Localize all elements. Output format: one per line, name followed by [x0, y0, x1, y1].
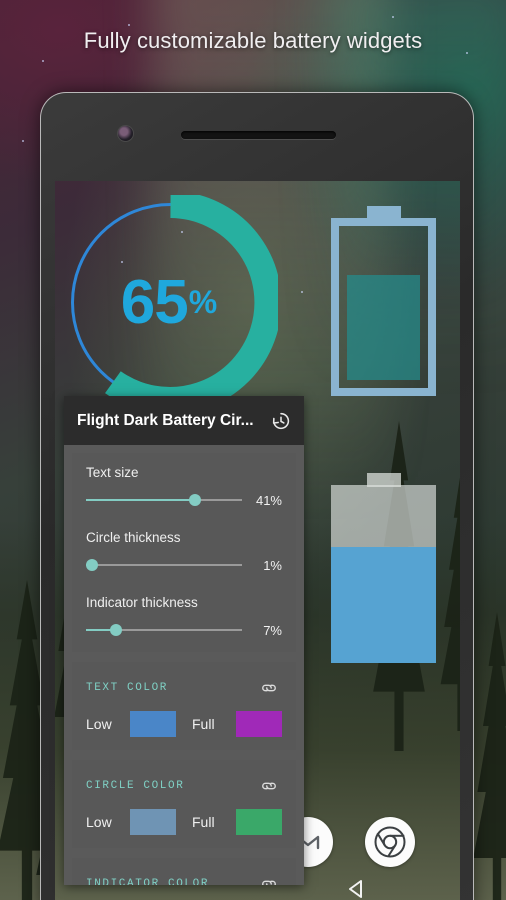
star — [128, 24, 130, 26]
circle-color-low-swatch[interactable] — [130, 809, 176, 835]
battery-body — [331, 485, 436, 663]
circle-percent-symbol: % — [188, 284, 217, 320]
section-title: INDICATOR COLOR — [86, 878, 210, 885]
circle-percent-value: 65 — [120, 268, 189, 337]
slider-thumb[interactable] — [109, 624, 122, 636]
back-triangle-icon — [349, 880, 362, 898]
link-icon — [262, 684, 276, 692]
full-label: Full — [192, 716, 215, 732]
front-camera-icon — [118, 126, 133, 141]
panel-title-bar: Flight Dark Battery Cir... — [64, 396, 304, 445]
setting-label: Indicator thickness — [86, 595, 198, 610]
section-circle-color: CIRCLE COLOR Low Full — [72, 760, 296, 848]
restore-defaults-button[interactable] — [268, 408, 294, 434]
battery-fill-level — [347, 274, 420, 380]
indicator-thickness-slider[interactable] — [86, 622, 242, 638]
battery-solid-widget[interactable] — [331, 473, 436, 663]
setting-circle-thickness: Circle thickness 1% — [86, 530, 282, 573]
low-label: Low — [86, 716, 112, 732]
slider-thumb[interactable] — [86, 559, 99, 571]
section-text-color: TEXT COLOR Low Full — [72, 662, 296, 750]
circle-color-full-swatch[interactable] — [236, 809, 282, 835]
star — [22, 140, 24, 142]
battery-outline-widget[interactable] — [331, 206, 436, 396]
chrome-app-icon[interactable] — [365, 817, 415, 867]
widget-settings-panel: Flight Dark Battery Cir... Text size 41%… — [64, 396, 304, 885]
section-title: TEXT COLOR — [86, 682, 169, 694]
panel-body: Text size 41% Circle thickness 1% Indica… — [64, 445, 304, 885]
text-color-full-swatch[interactable] — [236, 711, 282, 737]
android-back-button[interactable] — [345, 877, 369, 900]
link-colors-button[interactable] — [256, 675, 282, 701]
circle-thickness-slider[interactable] — [86, 557, 242, 573]
link-icon — [262, 782, 276, 790]
slider-track-fill — [86, 499, 196, 501]
circle-percent-text: 65% — [63, 195, 278, 410]
indicator-thickness-value: 7% — [263, 622, 282, 638]
full-label: Full — [192, 814, 215, 830]
section-indicator-color: INDICATOR COLOR Low Full — [72, 858, 296, 885]
star — [392, 16, 394, 18]
setting-label: Circle thickness — [86, 530, 181, 545]
panel-title-text: Flight Dark Battery Cir... — [77, 411, 254, 429]
slider-thumb[interactable] — [189, 494, 202, 506]
history-icon — [272, 412, 290, 429]
low-label: Low — [86, 814, 112, 830]
section-title: CIRCLE COLOR — [86, 780, 185, 792]
promo-headline: Fully customizable battery widgets — [83, 28, 423, 53]
link-colors-button[interactable] — [256, 871, 282, 885]
sliders-card: Text size 41% Circle thickness 1% Indica… — [72, 453, 296, 652]
text-size-value: 41% — [255, 492, 282, 508]
star — [42, 60, 44, 62]
setting-text-size: Text size 41% — [86, 465, 282, 508]
setting-indicator-thickness: Indicator thickness 7% — [86, 595, 282, 638]
setting-label: Text size — [86, 465, 139, 480]
slider-track — [86, 564, 242, 566]
text-size-slider[interactable] — [86, 492, 242, 508]
circle-thickness-value: 1% — [263, 557, 282, 573]
battery-body — [331, 218, 436, 396]
link-icon — [262, 880, 276, 885]
chrome-icon — [374, 826, 406, 858]
text-color-low-swatch[interactable] — [130, 711, 176, 737]
link-colors-button[interactable] — [256, 773, 282, 799]
battery-fill-level — [331, 547, 436, 663]
circle-battery-widget[interactable]: 65% — [63, 195, 278, 410]
earpiece-speaker — [181, 131, 336, 139]
